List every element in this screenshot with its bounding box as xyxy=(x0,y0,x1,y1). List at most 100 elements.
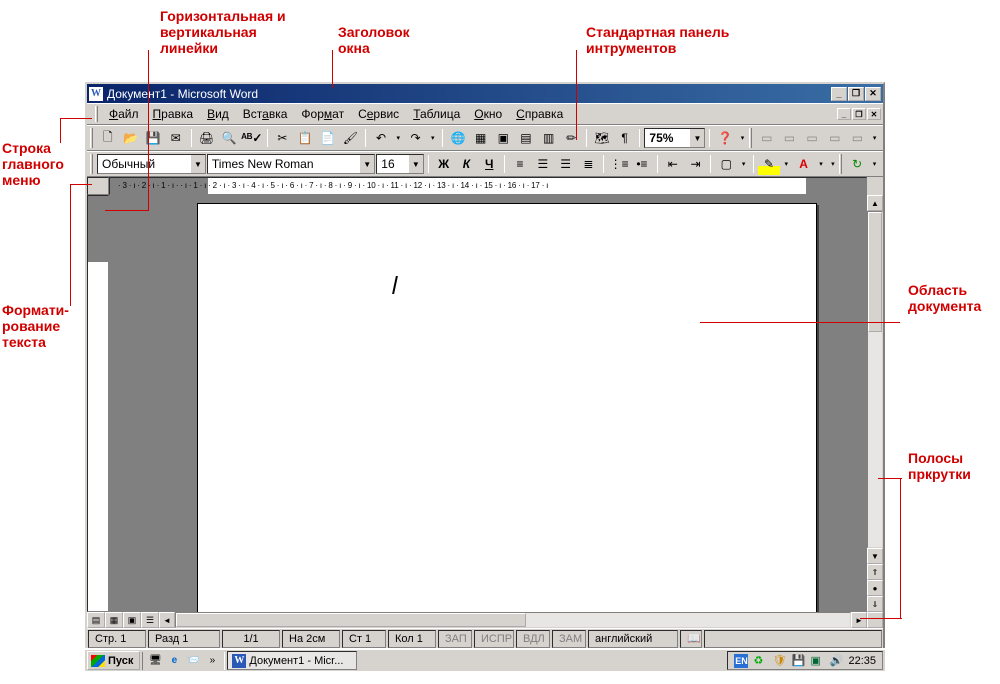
horizontal-scrollbar[interactable]: ◄ ► xyxy=(159,612,867,628)
tray-icon[interactable]: 💾 xyxy=(791,654,805,668)
vertical-scrollbar[interactable]: ▲ ▼ ⇑ ● ⇓ xyxy=(867,195,883,612)
scroll-down-icon[interactable]: ▼ xyxy=(867,548,883,564)
toolbar-more-icon[interactable]: ▾ xyxy=(869,127,880,149)
toolbar-grip[interactable] xyxy=(839,154,842,174)
status-ovr[interactable]: ЗАМ xyxy=(552,630,586,648)
chevron-down-icon[interactable]: ▼ xyxy=(689,129,704,147)
menu-window[interactable]: Окно xyxy=(467,105,509,123)
web-refresh-icon[interactable]: ↻ xyxy=(846,153,868,175)
cut-icon[interactable]: ✂ xyxy=(272,127,294,149)
open-icon[interactable]: 📂 xyxy=(120,127,142,149)
status-spelling-icon[interactable]: 📖 xyxy=(680,630,702,648)
next-page-icon[interactable]: ⇓ xyxy=(867,596,883,612)
status-trk[interactable]: ИСПР xyxy=(474,630,514,648)
status-ext[interactable]: ВДЛ xyxy=(516,630,550,648)
italic-button[interactable]: К xyxy=(456,153,478,175)
document-viewport[interactable] xyxy=(109,195,867,612)
print-preview-icon[interactable]: 🔍 xyxy=(218,127,240,149)
columns-icon[interactable]: ▥ xyxy=(538,127,560,149)
horizontal-ruler[interactable]: · 3 · ı · 2 · ı · 1 · ı · · ı · 1 · ı · … xyxy=(109,177,867,195)
align-right-icon[interactable]: ☰ xyxy=(555,153,577,175)
borders-icon[interactable]: ▢ xyxy=(715,153,737,175)
fontsize-combo[interactable]: 16 ▼ xyxy=(376,154,424,174)
toolbar-grip[interactable] xyxy=(749,128,752,148)
menu-edit[interactable]: Правка xyxy=(146,105,201,123)
volume-icon[interactable]: 🔊 xyxy=(829,654,843,668)
lang-indicator[interactable]: EN xyxy=(734,654,748,668)
merge-main-icon[interactable]: ▭ xyxy=(801,127,823,149)
hyperlink-icon[interactable]: 🌐 xyxy=(447,127,469,149)
insert-merge-icon[interactable]: ▭ xyxy=(779,127,801,149)
toolbar-more-icon[interactable]: ▾ xyxy=(737,127,748,149)
chevron-down-icon[interactable]: ▼ xyxy=(408,155,423,173)
scroll-track[interactable] xyxy=(867,211,883,548)
drawing-icon[interactable]: ✏ xyxy=(560,127,582,149)
insert-table-icon[interactable]: ▣ xyxy=(492,127,514,149)
vertical-ruler[interactable] xyxy=(87,195,109,612)
browse-object-icon[interactable]: ● xyxy=(867,580,883,596)
highlight-icon[interactable]: ✎ xyxy=(758,153,780,175)
menu-view[interactable]: Вид xyxy=(200,105,236,123)
scroll-thumb[interactable] xyxy=(176,613,526,627)
task-button[interactable]: W Документ1 - Micr... xyxy=(227,651,357,670)
align-justify-icon[interactable]: ≣ xyxy=(578,153,600,175)
zoom-combo[interactable]: 75% ▼ xyxy=(644,128,705,148)
tray-icon[interactable]: ▣ xyxy=(810,654,824,668)
chevron-down-icon[interactable]: ▼ xyxy=(190,155,205,173)
menu-help[interactable]: Справка xyxy=(509,105,570,123)
numbered-list-icon[interactable]: ⋮≡ xyxy=(608,153,630,175)
redo-icon[interactable]: ↷ xyxy=(405,127,427,149)
increase-indent-icon[interactable]: ⇥ xyxy=(685,153,707,175)
page[interactable] xyxy=(197,203,817,612)
menu-format[interactable]: Формат xyxy=(294,105,351,123)
print-layout-icon[interactable]: ▣ xyxy=(123,612,141,628)
doc-minimize-button[interactable]: _ xyxy=(837,108,851,120)
ie-icon[interactable]: e xyxy=(165,652,183,670)
merge-doc-icon[interactable]: ▭ xyxy=(847,127,869,149)
decrease-indent-icon[interactable]: ⇤ xyxy=(662,153,684,175)
borders-dropdown-icon[interactable]: ▾ xyxy=(738,153,749,175)
align-left-icon[interactable]: ≡ xyxy=(509,153,531,175)
close-button[interactable]: ✕ xyxy=(865,87,881,101)
minimize-button[interactable]: _ xyxy=(831,87,847,101)
mail-icon[interactable]: ✉ xyxy=(165,127,187,149)
toolbar-more-icon[interactable]: ▾ xyxy=(827,153,838,175)
menu-table[interactable]: Таблица xyxy=(406,105,467,123)
underline-button[interactable]: Ч xyxy=(478,153,500,175)
excel-icon[interactable]: ▤ xyxy=(515,127,537,149)
envelopes-icon[interactable]: ▭ xyxy=(756,127,778,149)
new-document-icon[interactable]: 🗋 xyxy=(97,127,119,149)
undo-dropdown-icon[interactable]: ▾ xyxy=(393,127,404,149)
font-combo[interactable]: Times New Roman ▼ xyxy=(207,154,375,174)
restore-button[interactable]: ❐ xyxy=(848,87,864,101)
paste-icon[interactable]: 📄 xyxy=(317,127,339,149)
tray-icon[interactable]: 🛡 xyxy=(772,654,786,668)
font-color-dropdown-icon[interactable]: ▾ xyxy=(816,153,827,175)
scroll-left-icon[interactable]: ◄ xyxy=(159,612,175,628)
menu-tools[interactable]: Сервис xyxy=(351,105,406,123)
clock[interactable]: 22:35 xyxy=(848,655,876,667)
show-desktop-icon[interactable]: 🖥 xyxy=(146,652,164,670)
format-painter-icon[interactable]: 🖌 xyxy=(340,127,362,149)
bold-button[interactable]: Ж xyxy=(433,153,455,175)
scroll-thumb[interactable] xyxy=(868,212,882,332)
print-icon[interactable]: 🖨 xyxy=(196,127,218,149)
doc-close-button[interactable]: ✕ xyxy=(867,108,881,120)
font-color-icon[interactable]: A xyxy=(793,153,815,175)
normal-view-icon[interactable]: ▤ xyxy=(87,612,105,628)
toolbar-more-icon[interactable]: ▾ xyxy=(869,153,880,175)
merge-data-icon[interactable]: ▭ xyxy=(824,127,846,149)
scroll-track[interactable] xyxy=(175,612,851,628)
status-lang[interactable]: английский xyxy=(588,630,678,648)
outline-view-icon[interactable]: ☰ xyxy=(141,612,159,628)
show-hide-icon[interactable]: ¶ xyxy=(614,127,636,149)
save-icon[interactable]: 💾 xyxy=(142,127,164,149)
doc-restore-button[interactable]: ❐ xyxy=(852,108,866,120)
start-button[interactable]: Пуск xyxy=(87,651,140,670)
outlook-icon[interactable]: 📨 xyxy=(184,652,202,670)
status-rec[interactable]: ЗАП xyxy=(438,630,472,648)
undo-icon[interactable]: ↶ xyxy=(370,127,392,149)
chevron-down-icon[interactable]: ▼ xyxy=(359,155,374,173)
scroll-up-icon[interactable]: ▲ xyxy=(867,195,883,211)
prev-page-icon[interactable]: ⇑ xyxy=(867,564,883,580)
